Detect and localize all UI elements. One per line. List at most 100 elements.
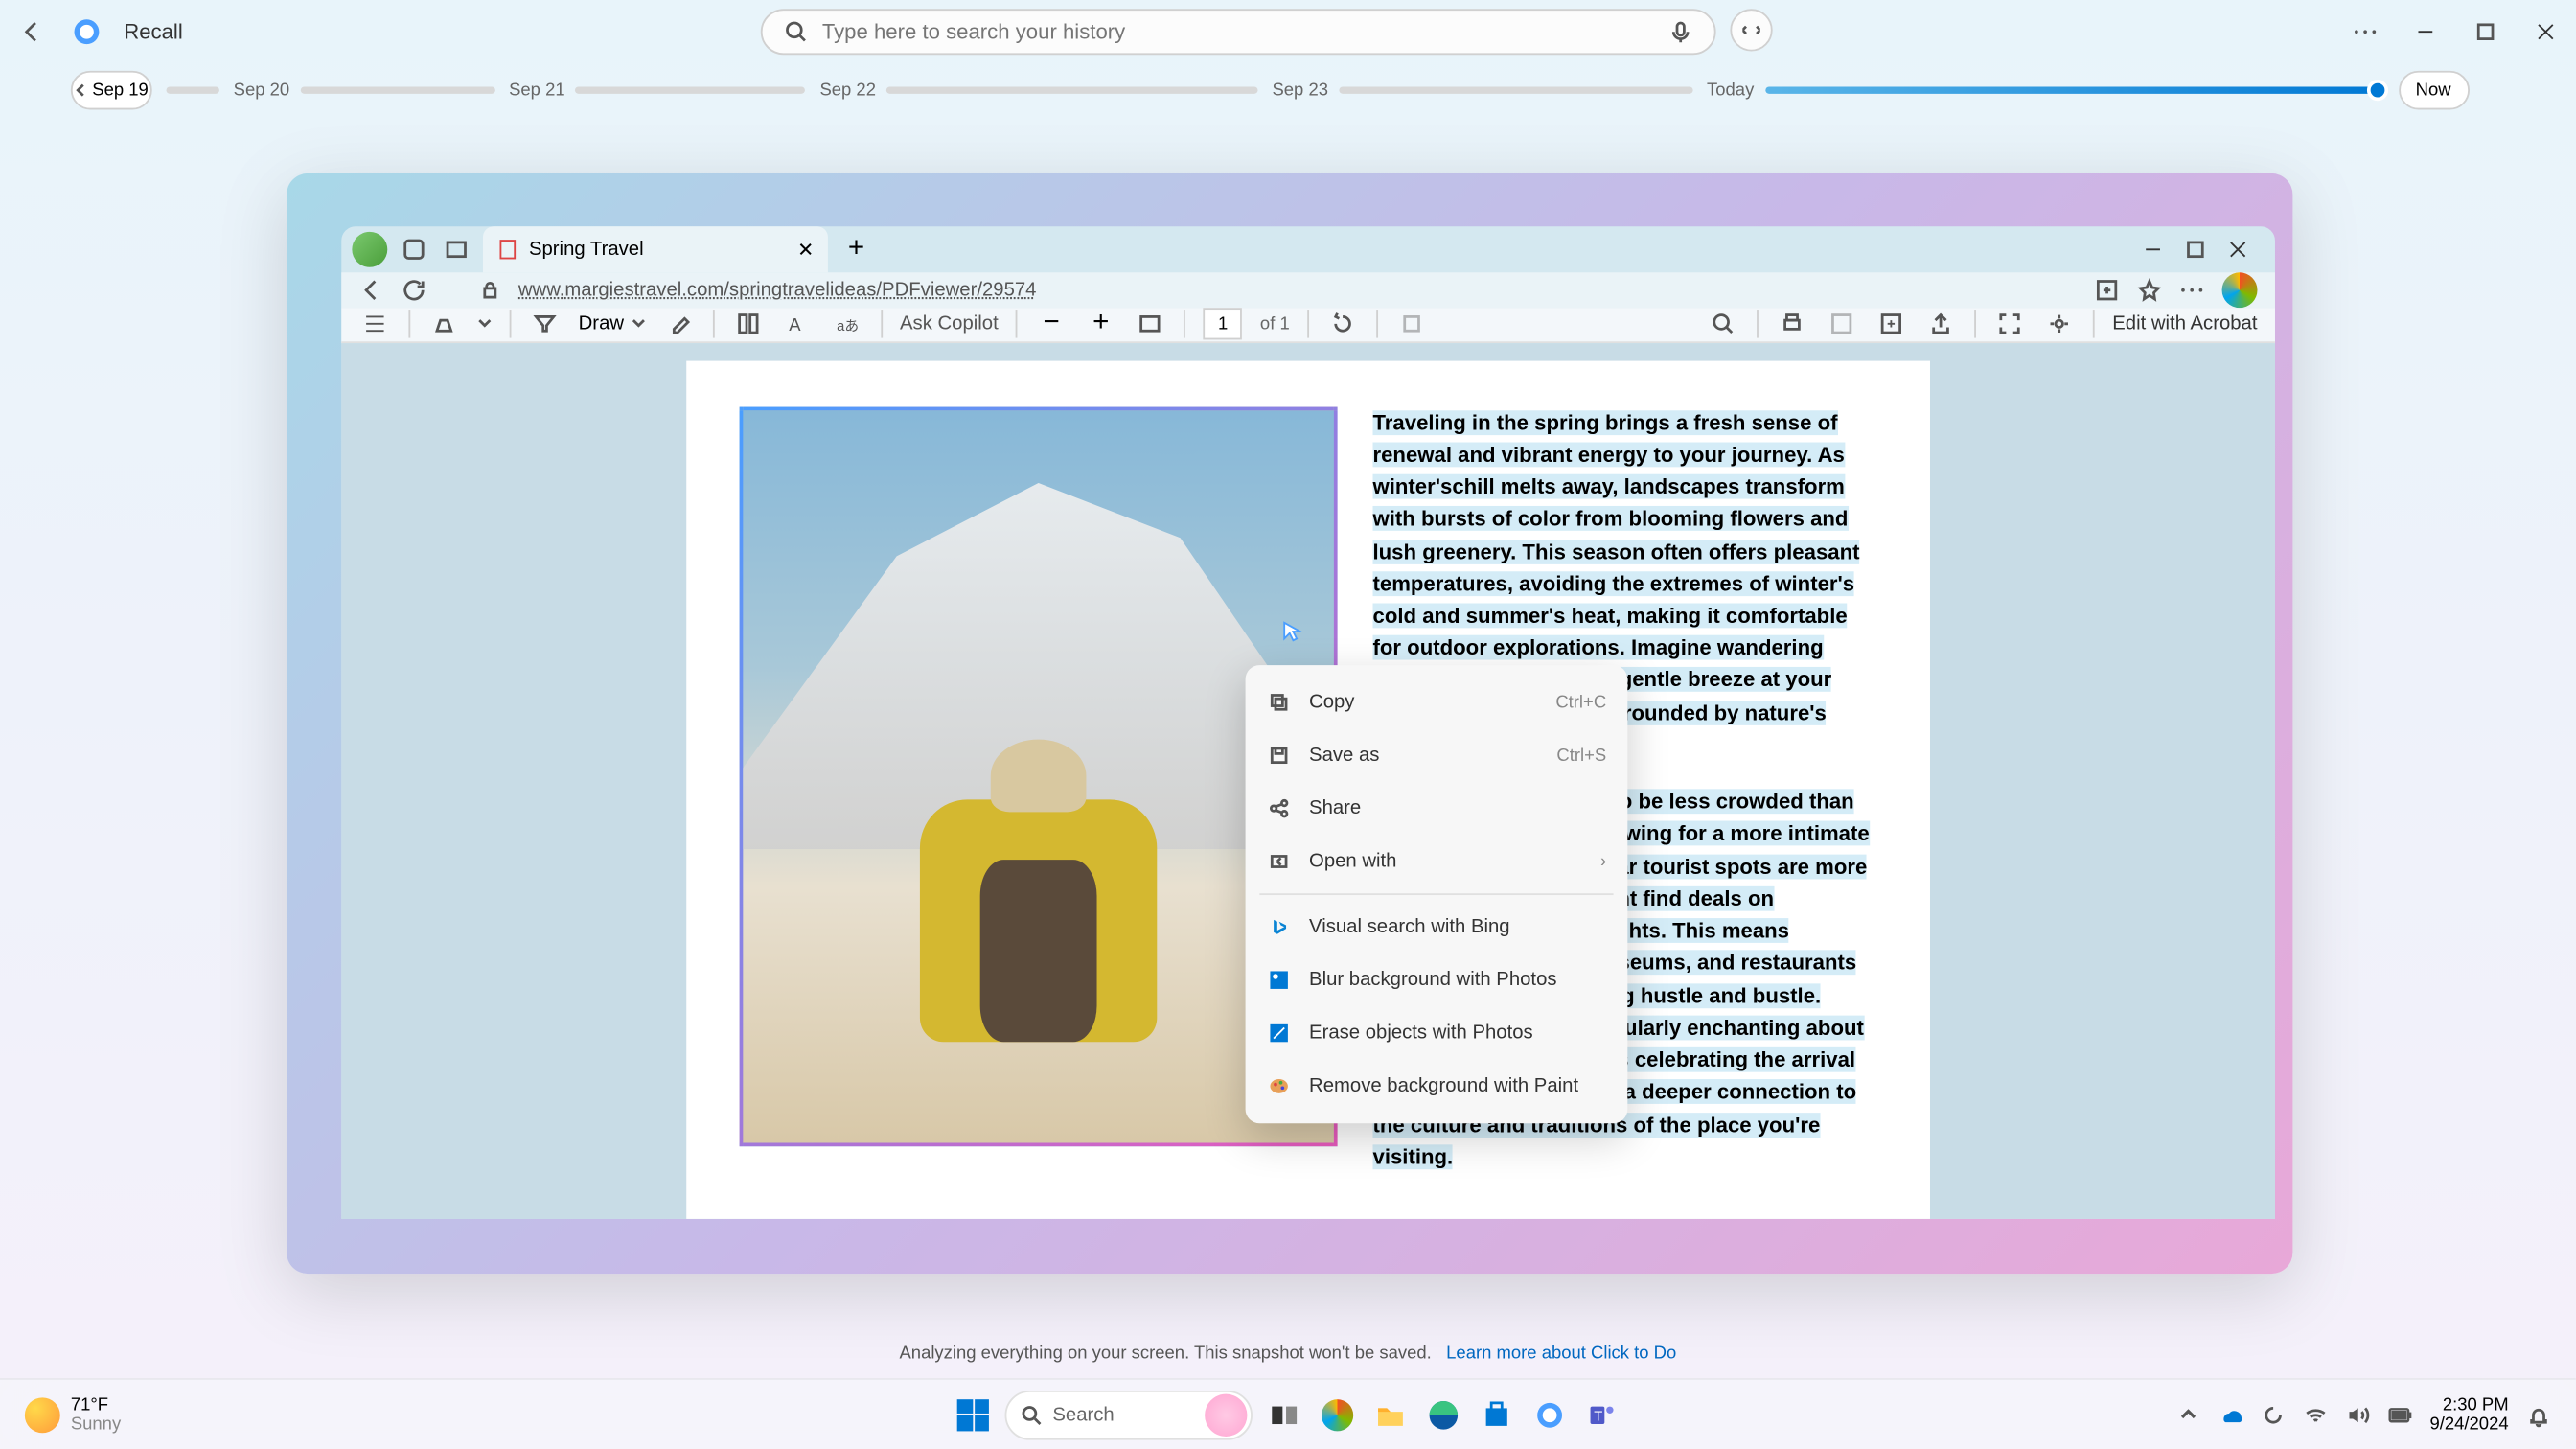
- active-tab[interactable]: Spring Travel ✕: [483, 226, 828, 272]
- tray-chevron-icon[interactable]: [2175, 1402, 2200, 1427]
- url-text[interactable]: www.margiestravel.com/springtravelideas/…: [518, 280, 2077, 301]
- tray-battery-icon[interactable]: [2387, 1402, 2412, 1427]
- collections-icon[interactable]: [2095, 278, 2120, 303]
- open-with-icon: [1267, 849, 1292, 874]
- start-button[interactable]: [952, 1393, 994, 1436]
- find-icon[interactable]: [1708, 309, 1739, 340]
- menu-open-with[interactable]: Open with ›: [1246, 835, 1628, 887]
- browser-close[interactable]: [2229, 241, 2246, 258]
- add-note-icon[interactable]: [1875, 309, 1907, 340]
- task-view-icon[interactable]: [1263, 1393, 1305, 1436]
- menu-blur-background[interactable]: Blur background with Photos: [1246, 954, 1628, 1006]
- menu-visual-search[interactable]: Visual search with Bing: [1246, 901, 1628, 954]
- teams-icon[interactable]: T: [1581, 1393, 1623, 1436]
- expand-button[interactable]: [1730, 9, 1772, 51]
- more-button[interactable]: [2349, 16, 2380, 48]
- chevron-down-icon[interactable]: [477, 317, 492, 332]
- timeline-now-button[interactable]: Now: [2398, 71, 2469, 110]
- browser-refresh-button[interactable]: [402, 278, 426, 303]
- fit-page-icon[interactable]: [1135, 309, 1166, 340]
- weather-condition: Sunny: [71, 1414, 121, 1434]
- timeline-segment-today[interactable]: [1764, 86, 2383, 93]
- timeline-segment[interactable]: [886, 86, 1258, 93]
- menu-save-as[interactable]: Save as Ctrl+S: [1246, 729, 1628, 782]
- timeline-segment[interactable]: [300, 86, 494, 93]
- menu-erase-objects[interactable]: Erase objects with Photos: [1246, 1006, 1628, 1059]
- rotate-icon[interactable]: [1327, 309, 1359, 340]
- page-count: of 1: [1260, 314, 1290, 334]
- paint-icon: [1267, 1074, 1292, 1099]
- settings-icon[interactable]: [2043, 309, 2075, 340]
- browser-minimize[interactable]: [2144, 241, 2161, 258]
- browser-back-button[interactable]: [359, 278, 384, 303]
- weather-temp: 71°F: [71, 1395, 121, 1414]
- recall-taskbar-icon[interactable]: [1529, 1393, 1571, 1436]
- menu-remove-background[interactable]: Remove background with Paint: [1246, 1060, 1628, 1113]
- workspaces-icon[interactable]: [398, 234, 429, 265]
- page-number-input[interactable]: [1204, 309, 1243, 340]
- favorites-icon[interactable]: [2137, 278, 2162, 303]
- draw-button[interactable]: Draw: [579, 313, 646, 334]
- timeline-date: Sep 22: [819, 80, 876, 100]
- translate-icon[interactable]: aあ: [831, 309, 862, 340]
- analysis-notice: Analyzing everything on your screen. Thi…: [0, 1345, 2576, 1364]
- edge-icon[interactable]: [1422, 1393, 1464, 1436]
- minimize-button[interactable]: [2409, 16, 2441, 48]
- microphone-icon[interactable]: [1668, 19, 1692, 44]
- timeline-date: Sep 23: [1272, 80, 1328, 100]
- taskbar-clock[interactable]: 2:30 PM 9/24/2024: [2429, 1395, 2508, 1435]
- timeline: Sep 19 Sep 20 Sep 21 Sep 22 Sep 23 Today…: [0, 63, 2576, 116]
- edit-with-acrobat[interactable]: Edit with Acrobat: [2112, 313, 2257, 334]
- ask-copilot-button[interactable]: Ask Copilot: [900, 313, 999, 334]
- timeline-thumb[interactable]: [2366, 80, 2387, 101]
- learn-more-link[interactable]: Learn more about Click to Do: [1446, 1345, 1676, 1364]
- contents-icon[interactable]: [359, 309, 391, 340]
- maximize-button[interactable]: [2470, 16, 2501, 48]
- history-search-box[interactable]: [760, 9, 1715, 55]
- menu-copy[interactable]: Copy Ctrl+C: [1246, 676, 1628, 728]
- recall-logo-icon: [71, 16, 103, 48]
- print-icon[interactable]: [1776, 309, 1807, 340]
- close-button[interactable]: [2530, 16, 2562, 48]
- notifications-icon[interactable]: [2526, 1402, 2551, 1427]
- copilot-icon[interactable]: [2222, 272, 2258, 308]
- taskbar-search[interactable]: Search: [1005, 1390, 1253, 1439]
- cursor-icon: [1281, 619, 1306, 644]
- tray-backup-icon[interactable]: [2260, 1402, 2285, 1427]
- text-size-icon[interactable]: A: [781, 309, 813, 340]
- taskbar-weather[interactable]: 71°F Sunny: [25, 1395, 121, 1435]
- timeline-segment[interactable]: [576, 86, 806, 93]
- tray-wifi-icon[interactable]: [2303, 1402, 2328, 1427]
- search-icon: [1021, 1404, 1042, 1425]
- timeline-nav-prev[interactable]: Sep 19: [71, 71, 152, 110]
- browser-maximize[interactable]: [2187, 241, 2204, 258]
- tab-close-button[interactable]: ✕: [797, 238, 814, 261]
- share-icon: [1267, 796, 1292, 821]
- profile-avatar[interactable]: [352, 232, 387, 267]
- menu-share[interactable]: Share: [1246, 782, 1628, 835]
- tray-onedrive-icon[interactable]: [2218, 1402, 2242, 1427]
- new-tab-button[interactable]: +: [839, 232, 874, 267]
- read-aloud-icon[interactable]: [1395, 309, 1427, 340]
- zoom-in-icon[interactable]: +: [1085, 309, 1116, 340]
- erase-icon[interactable]: [663, 309, 695, 340]
- tray-volume-icon[interactable]: [2345, 1402, 2370, 1427]
- zoom-out-icon[interactable]: −: [1035, 309, 1067, 340]
- copilot-taskbar-icon[interactable]: [1316, 1393, 1358, 1436]
- search-input[interactable]: [822, 19, 1654, 44]
- share-icon[interactable]: [1925, 309, 1957, 340]
- back-button[interactable]: [14, 14, 50, 50]
- browser-more-icon[interactable]: [2179, 287, 2204, 293]
- svg-text:aあ: aあ: [837, 319, 859, 335]
- page-view-icon[interactable]: [732, 309, 764, 340]
- explorer-icon[interactable]: [1369, 1393, 1412, 1436]
- save-icon[interactable]: [1826, 309, 1857, 340]
- tab-actions-icon[interactable]: [441, 234, 472, 265]
- timeline-segment[interactable]: [1339, 86, 1692, 93]
- timeline-segment[interactable]: [167, 86, 219, 93]
- store-icon[interactable]: [1476, 1393, 1518, 1436]
- site-info-icon[interactable]: [479, 280, 500, 301]
- highlight-icon[interactable]: [428, 309, 460, 340]
- filter-icon[interactable]: [529, 309, 561, 340]
- fullscreen-icon[interactable]: [1994, 309, 2026, 340]
